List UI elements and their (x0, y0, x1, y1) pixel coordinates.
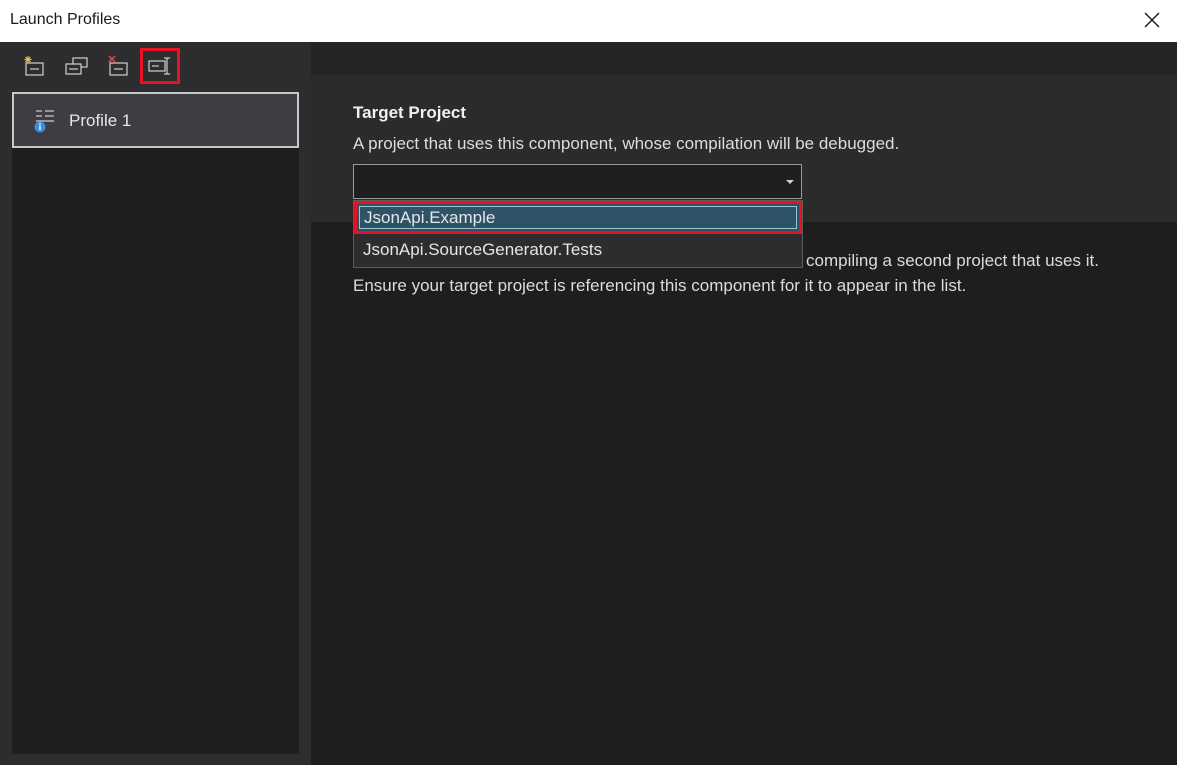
profile-settings-icon (34, 110, 54, 133)
profile-list: Profile 1 (12, 92, 299, 754)
delete-profile-icon (108, 55, 128, 76)
target-project-select[interactable] (353, 164, 802, 199)
settings-header-band (311, 42, 1177, 75)
dropdown-option-jsonapi-sourcegenerator-tests[interactable]: JsonApi.SourceGenerator.Tests (354, 235, 802, 268)
close-icon (1144, 12, 1160, 28)
target-project-dropdown-list: JsonApi.Example JsonApi.SourceGenerator.… (353, 200, 803, 268)
chevron-down-icon (786, 180, 794, 184)
dropdown-option-jsonapi-example[interactable]: JsonApi.Example (354, 201, 802, 234)
profile-name: Profile 1 (69, 111, 132, 130)
profile-list-item[interactable]: Profile 1 (12, 92, 299, 148)
option-label: JsonApi.SourceGenerator.Tests (363, 240, 603, 259)
copy-profile-button[interactable] (62, 52, 90, 80)
target-project-description: A project that uses this component, whos… (353, 134, 900, 153)
rename-profile-button[interactable] (140, 48, 180, 84)
window-title: Launch Profiles (10, 11, 121, 28)
new-profile-icon (24, 56, 44, 76)
profile-settings-pane: Target Project A project that uses this … (311, 42, 1177, 765)
target-project-heading: Target Project (353, 103, 467, 122)
copy-profile-icon (65, 57, 88, 75)
option-label: JsonApi.Example (364, 208, 496, 227)
new-profile-button[interactable] (20, 52, 48, 80)
delete-profile-button[interactable] (104, 52, 132, 80)
rename-profile-icon (148, 57, 170, 75)
profiles-pane: Profile 1 (0, 42, 311, 765)
close-button[interactable] (1141, 9, 1163, 31)
title-bar: Launch Profiles (0, 0, 1177, 42)
